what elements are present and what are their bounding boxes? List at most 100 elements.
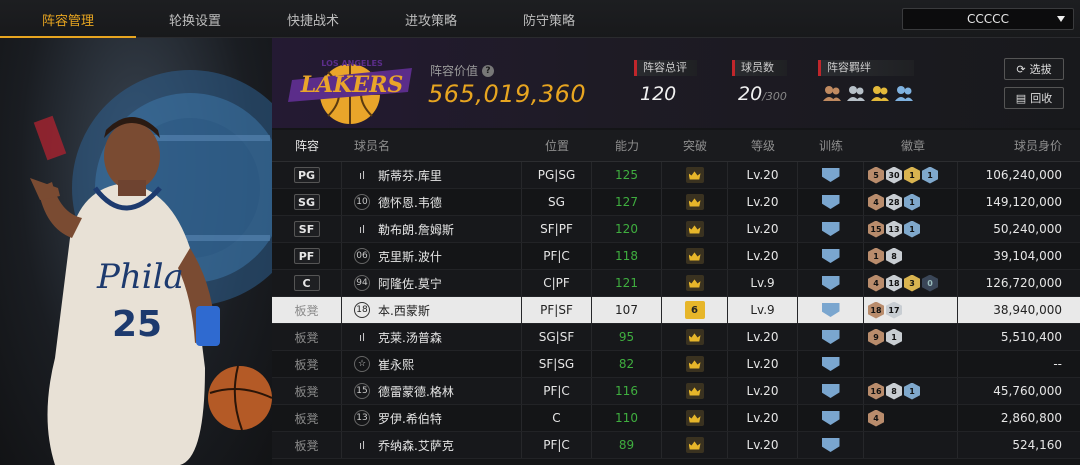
tab-lineup[interactable]: 阵容管理 (0, 0, 136, 38)
slot-label: 板凳 (294, 411, 319, 426)
table-row[interactable]: C 94 阿隆佐.莫宁 C|PF 121 Lv.9 4 18 3 0 126,720,000 (272, 270, 1080, 297)
row-breakthrough[interactable] (662, 432, 728, 458)
player-name: 罗伊.希伯特 (378, 411, 442, 426)
svg-text:LOS ANGELES: LOS ANGELES (321, 59, 383, 68)
col-ability[interactable]: 能力 (592, 130, 662, 161)
row-breakthrough[interactable] (662, 216, 728, 242)
illustrated-icon: ıl (358, 222, 366, 236)
table-header: 阵容 球员名 位置 能力 突破 等级 训练 徽章 球员身价 (272, 130, 1080, 162)
player-level: Lv.20 (728, 324, 798, 350)
col-level[interactable]: 等级 (728, 130, 798, 161)
row-slot: 板凳 (272, 297, 342, 323)
row-training[interactable] (798, 189, 864, 215)
player-portrait: Phila 25 (0, 38, 272, 465)
row-badges[interactable]: 4 (864, 405, 958, 431)
row-name: ıl 斯蒂芬.库里 (342, 162, 522, 188)
table-row[interactable]: 板凳 ☆ 崔永熙 SF|SG 82 Lv.20 -- (272, 351, 1080, 378)
table-row[interactable]: 板凳 15 德雷蒙德.格林 PF|C 116 Lv.20 16 8 1 45,760,000 (272, 378, 1080, 405)
row-training[interactable] (798, 243, 864, 269)
slot-label: 板凳 (294, 330, 319, 345)
crown-icon (685, 437, 704, 453)
row-badges[interactable] (864, 351, 958, 377)
row-slot: 板凳 (272, 405, 342, 431)
player-ability: 107 (592, 297, 662, 323)
bond-icon-bronze[interactable] (822, 84, 842, 102)
table-row[interactable]: PF 06 克里斯.波什 PF|C 118 Lv.20 1 8 39,104,000 (272, 243, 1080, 270)
tab-offense[interactable]: 进攻策略 (372, 0, 490, 38)
row-badges[interactable]: 15 13 1 (864, 216, 958, 242)
col-value[interactable]: 球员身价 (958, 130, 1080, 161)
row-training[interactable] (798, 297, 864, 323)
table-row[interactable]: SF ıl 勒布朗.詹姆斯 SF|PF 120 Lv.20 15 13 1 50,240,000 (272, 216, 1080, 243)
recycle-button[interactable]: ▤ 回收 (1004, 87, 1064, 109)
help-icon[interactable]: ? (482, 64, 495, 77)
row-breakthrough[interactable] (662, 378, 728, 404)
row-breakthrough[interactable] (662, 351, 728, 377)
col-training[interactable]: 训练 (798, 130, 864, 161)
player-ability: 125 (592, 162, 662, 188)
row-badges[interactable]: 4 18 3 0 (864, 270, 958, 296)
row-training[interactable] (798, 162, 864, 188)
row-training[interactable] (798, 351, 864, 377)
badge-count: 9 (868, 328, 884, 346)
lineup-value-label-text: 阵容价值 (430, 64, 479, 78)
player-artwork: Phila 25 (30, 70, 272, 465)
player-position: PF|C (522, 432, 592, 458)
row-breakthrough[interactable]: 6 (662, 297, 728, 323)
jersey-number: 13 (354, 410, 370, 426)
tab-quick-tactics[interactable]: 快捷战术 (254, 0, 372, 38)
player-value: 39,104,000 (993, 249, 1062, 263)
row-name: ıl 乔纳森.艾萨克 (342, 432, 522, 458)
slot-badge: SF (293, 221, 320, 237)
bond-icon-gold[interactable] (870, 84, 890, 102)
col-position[interactable]: 位置 (522, 130, 592, 161)
row-breakthrough[interactable] (662, 270, 728, 296)
player-value: 126,720,000 (985, 276, 1062, 290)
row-training[interactable] (798, 270, 864, 296)
row-training[interactable] (798, 432, 864, 458)
badge-count: 13 (886, 220, 902, 238)
tab-rotation[interactable]: 轮换设置 (136, 0, 254, 38)
row-badges[interactable]: 18 (864, 243, 958, 269)
table-row[interactable]: 板凳 ıl 克莱.汤普森 SG|SF 95 Lv.20 9 1 5,510,400 (272, 324, 1080, 351)
table-row[interactable]: 板凳 13 罗伊.希伯特 C 110 Lv.20 4 2,860,800 (272, 405, 1080, 432)
col-badges[interactable]: 徽章 (864, 130, 958, 161)
row-breakthrough[interactable] (662, 162, 728, 188)
row-breakthrough[interactable] (662, 324, 728, 350)
table-row[interactable]: 板凳 ıl 乔纳森.艾萨克 PF|C 89 Lv.20 524,160 (272, 432, 1080, 459)
bond-icon-diamond[interactable] (894, 84, 914, 102)
table-row[interactable]: 板凳 18 本.西蒙斯 PF|SF 107 6 Lv.9 18 17 38,940,000 (272, 297, 1080, 324)
pick-button[interactable]: ⟳ 选拔 (1004, 58, 1064, 80)
jersey-number: 18 (354, 302, 370, 318)
row-training[interactable] (798, 324, 864, 350)
row-breakthrough[interactable] (662, 405, 728, 431)
badge-count: 4 (868, 409, 884, 427)
row-badges[interactable] (864, 432, 958, 458)
col-name[interactable]: 球员名 (342, 130, 522, 161)
table-row[interactable]: SG 10 德怀恩.韦德 SG 127 Lv.20 4 28 1 149,120,000 (272, 189, 1080, 216)
col-slot[interactable]: 阵容 (272, 130, 342, 161)
row-badges[interactable]: 4 28 1 (864, 189, 958, 215)
bond-icon-silver[interactable] (846, 84, 866, 102)
row-training[interactable] (798, 378, 864, 404)
row-training[interactable] (798, 405, 864, 431)
row-badges[interactable]: 91 (864, 324, 958, 350)
row-name: 10 德怀恩.韦德 (342, 189, 522, 215)
col-breakthrough[interactable]: 突破 (662, 130, 728, 161)
row-breakthrough[interactable] (662, 243, 728, 269)
row-badges[interactable]: 16 8 1 (864, 378, 958, 404)
tab-defense[interactable]: 防守策略 (490, 0, 608, 38)
player-ability: 127 (592, 189, 662, 215)
training-icon (821, 411, 840, 425)
row-badges[interactable]: 5 30 1 1 (864, 162, 958, 188)
row-breakthrough[interactable] (662, 189, 728, 215)
badge-count: 0 (922, 274, 938, 292)
server-dropdown[interactable]: CCCCC (902, 8, 1074, 30)
training-icon (821, 357, 840, 371)
player-position: C|PF (522, 270, 592, 296)
player-name: 本.西蒙斯 (378, 303, 430, 318)
row-badges[interactable]: 18 17 (864, 297, 958, 323)
table-row[interactable]: PG ıl 斯蒂芬.库里 PG|SG 125 Lv.20 5 30 1 1 106,240,000 (272, 162, 1080, 189)
row-training[interactable] (798, 216, 864, 242)
player-value: 50,240,000 (993, 222, 1062, 236)
